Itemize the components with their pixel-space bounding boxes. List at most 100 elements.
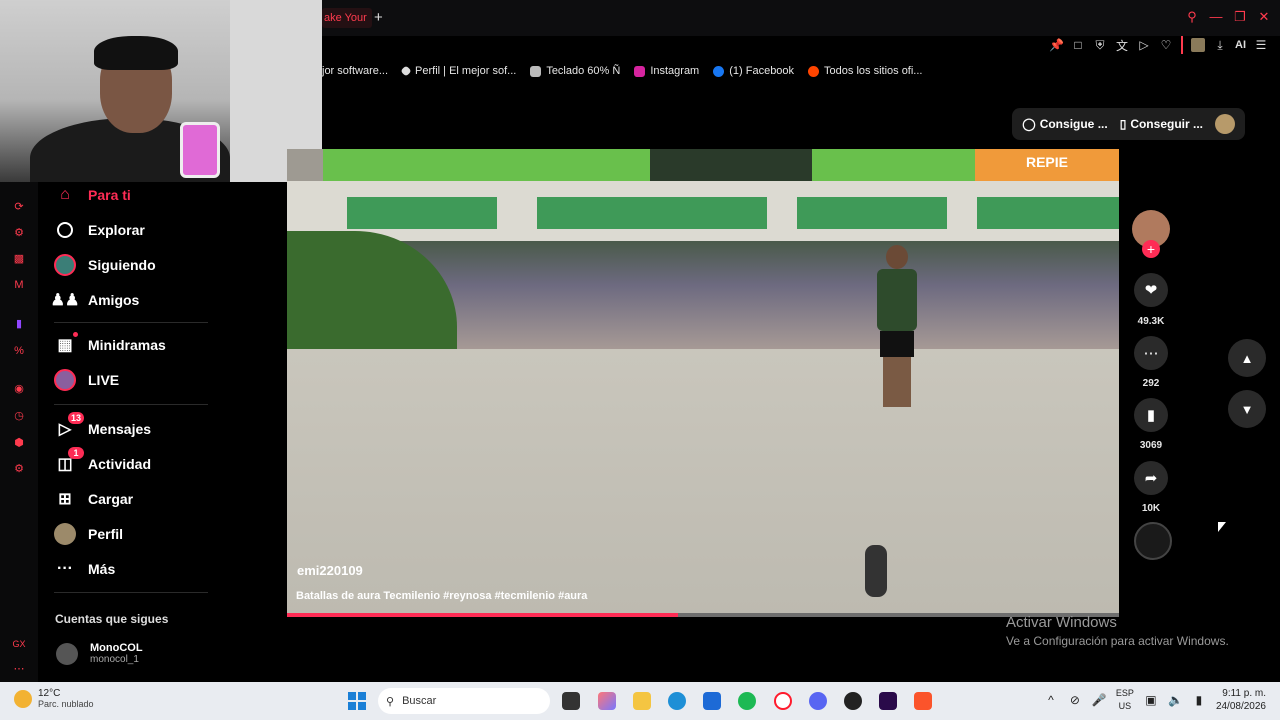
nav-divider: [54, 322, 208, 323]
taskbar-search[interactable]: ⚲ Buscar: [378, 688, 550, 714]
obs-icon[interactable]: [844, 692, 862, 710]
weather-desc: Parc. nublado: [38, 699, 94, 709]
like-button[interactable]: ❤: [1134, 273, 1168, 307]
nav-item-cargar[interactable]: ⊞ Cargar: [54, 486, 133, 512]
opera-gx-icon[interactable]: [774, 692, 792, 710]
nav-label: Actividad: [88, 456, 152, 472]
pin-icon[interactable]: 📌: [1049, 38, 1064, 52]
extensions-icon[interactable]: ⬢: [12, 436, 26, 450]
network-off-icon[interactable]: ⊘: [1068, 693, 1082, 707]
snapshot-icon[interactable]: □: [1071, 38, 1085, 52]
next-video-button[interactable]: ▼: [1228, 390, 1266, 428]
download-icon[interactable]: ⤓: [1213, 38, 1227, 53]
share-button[interactable]: ➦: [1134, 461, 1168, 495]
bot-icon[interactable]: ⚙: [12, 226, 26, 240]
discord-icon[interactable]: [809, 692, 827, 710]
twitch-icon[interactable]: ▮: [12, 317, 26, 331]
edge-icon[interactable]: [668, 692, 686, 710]
nav-item-live[interactable]: LIVE: [54, 367, 119, 393]
ai-button[interactable]: AI: [1235, 39, 1246, 51]
volume-icon[interactable]: 🔈: [1168, 693, 1183, 707]
chat-icon[interactable]: ▩: [12, 252, 26, 266]
cloud-sun-icon: [14, 689, 32, 708]
nav-item-mensajes[interactable]: ▷ 13 Mensajes: [54, 412, 151, 442]
file-explorer-icon[interactable]: [633, 692, 651, 710]
history-icon[interactable]: ◷: [12, 409, 26, 423]
settings-icon[interactable]: ⚙: [12, 462, 26, 476]
nav-item-para-ti[interactable]: ⌂ Para ti: [54, 182, 131, 208]
mail-icon[interactable]: M: [12, 278, 26, 292]
video-banner-orange: REPIE: [975, 149, 1119, 181]
percent-icon[interactable]: %: [12, 344, 26, 358]
shield-icon[interactable]: ⛨: [1093, 38, 1107, 53]
windows-taskbar: 12°C Parc. nublado ⚲ Buscar ^ ⊘ 🎤 ESP US…: [0, 682, 1280, 720]
close-icon[interactable]: ✕: [1256, 8, 1272, 26]
weather-widget[interactable]: 12°C Parc. nublado: [14, 688, 94, 709]
video-window: [537, 197, 767, 229]
browser-tab-active[interactable]: ake Your: [322, 8, 372, 28]
get-coins-button[interactable]: ◯ Consigue ...: [1022, 117, 1107, 131]
spotify-icon[interactable]: [738, 692, 756, 710]
player-icon[interactable]: ◉: [12, 382, 26, 396]
video-progress-fill: [287, 613, 679, 617]
copilot-icon[interactable]: [598, 692, 616, 710]
video-window: [977, 197, 1119, 229]
nav-label: Cargar: [88, 491, 134, 507]
brave-icon[interactable]: [914, 692, 932, 710]
nav-item-amigos[interactable]: ♟♟ Amigos: [50, 287, 140, 313]
comment-button[interactable]: ⋯: [1134, 336, 1168, 370]
bookmark-label: Instagram: [650, 65, 700, 77]
heart-icon[interactable]: ♡: [1159, 38, 1173, 52]
nav-item-minidramas[interactable]: ▦ Minidramas: [54, 332, 166, 358]
promo-label: Conseguir ...: [1130, 117, 1203, 131]
video-progress-track[interactable]: [287, 613, 1119, 617]
nav-item-perfil[interactable]: Perfil: [54, 521, 123, 547]
taskview-icon[interactable]: [562, 692, 580, 710]
bookmark-item[interactable]: Perfil | El mejor sof...: [400, 62, 516, 80]
friends-icon: ♟♟: [50, 292, 80, 309]
speed-dial-icon[interactable]: ⟳: [12, 200, 26, 214]
music-disc-icon[interactable]: [1134, 522, 1172, 560]
send-icon[interactable]: ▷: [1137, 38, 1151, 52]
nav-item-actividad[interactable]: ◫ 1 Actividad: [54, 447, 152, 477]
more-dots-icon[interactable]: ⋯: [12, 662, 26, 676]
premiere-icon[interactable]: [879, 692, 897, 710]
window-controls: ⚲ — ❐ ✕: [1184, 8, 1272, 26]
store-icon[interactable]: [703, 692, 721, 710]
nav-item-siguiendo[interactable]: Siguiendo: [54, 252, 156, 278]
bookmark-item[interactable]: Instagram: [634, 62, 699, 80]
start-button[interactable]: [348, 692, 366, 710]
clock[interactable]: 9:11 p. m. 24/08/2026: [1216, 687, 1266, 713]
get-app-button[interactable]: ▯ Conseguir ...: [1120, 117, 1203, 131]
nav-item-explorar[interactable]: Explorar: [54, 217, 145, 243]
following-account-item[interactable]: MonoCOL monocol_1: [56, 642, 143, 665]
search-icon[interactable]: ⚲: [1184, 8, 1200, 26]
bookmark-item[interactable]: (1) Facebook: [713, 62, 794, 80]
bookmark-item[interactable]: Todos los sitios ofi...: [808, 62, 922, 80]
profile-icon[interactable]: [1191, 38, 1205, 52]
translate-icon[interactable]: 文: [1115, 37, 1129, 54]
new-tab-button[interactable]: +: [374, 8, 388, 28]
search-icon: ⚲: [386, 695, 395, 708]
display-icon[interactable]: ▣: [1144, 693, 1158, 707]
minimize-icon[interactable]: —: [1208, 8, 1224, 26]
save-button[interactable]: ▮: [1134, 398, 1168, 432]
menu-icon[interactable]: ☰: [1254, 38, 1268, 52]
instagram-icon: [634, 65, 646, 77]
battery-icon[interactable]: ▮: [1192, 693, 1206, 707]
previous-video-button[interactable]: ▲: [1228, 339, 1266, 377]
gx-icon[interactable]: GX: [12, 637, 26, 651]
microphone-icon[interactable]: 🎤: [1092, 693, 1107, 707]
follow-plus-icon[interactable]: +: [1142, 240, 1160, 258]
video-player[interactable]: REPIE emi220109 Batallas de aura Tecmile…: [287, 149, 1119, 617]
video-author-username[interactable]: emi220109: [297, 563, 363, 578]
maximize-icon[interactable]: ❐: [1232, 8, 1248, 26]
bookmark-item[interactable]: Teclado 60% Ñ: [530, 62, 620, 80]
nav-label: Explorar: [88, 222, 145, 238]
avatar[interactable]: [1215, 114, 1235, 134]
bookmark-label: Todos los sitios ofi...: [824, 65, 923, 77]
chevron-up-icon[interactable]: ^: [1044, 693, 1058, 707]
nav-item-mas[interactable]: ··· Más: [54, 556, 115, 582]
bookmark-item[interactable]: jor software...: [322, 62, 388, 80]
language-indicator[interactable]: ESP US: [1116, 687, 1134, 713]
